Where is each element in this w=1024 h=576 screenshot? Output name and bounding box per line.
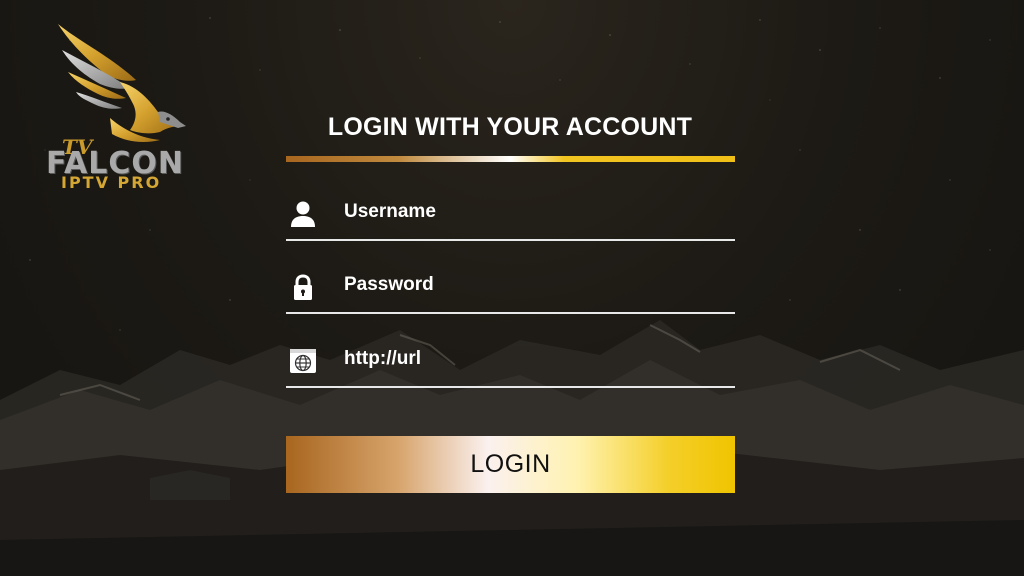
title-underline	[286, 156, 735, 162]
url-input[interactable]	[344, 344, 724, 374]
falcon-logo: TV FALCON IPTV PRO	[40, 22, 190, 194]
login-title: LOGIN WITH YOUR ACCOUNT	[327, 113, 693, 141]
login-screen: TV FALCON IPTV PRO LOGIN WITH YOUR ACCOU…	[0, 0, 1024, 576]
url-field[interactable]	[286, 338, 735, 388]
password-underline	[286, 312, 735, 314]
username-underline	[286, 239, 735, 241]
username-input[interactable]	[344, 197, 724, 227]
login-button[interactable]: LOGIN	[286, 436, 735, 493]
url-underline	[286, 386, 735, 388]
falcon-icon	[58, 24, 186, 142]
lock-icon	[288, 272, 318, 302]
password-field[interactable]	[286, 264, 735, 314]
password-input[interactable]	[344, 270, 724, 300]
logo-subtitle: IPTV PRO	[61, 173, 162, 192]
username-field[interactable]	[286, 191, 735, 241]
globe-icon	[288, 346, 318, 376]
user-icon	[288, 199, 318, 229]
